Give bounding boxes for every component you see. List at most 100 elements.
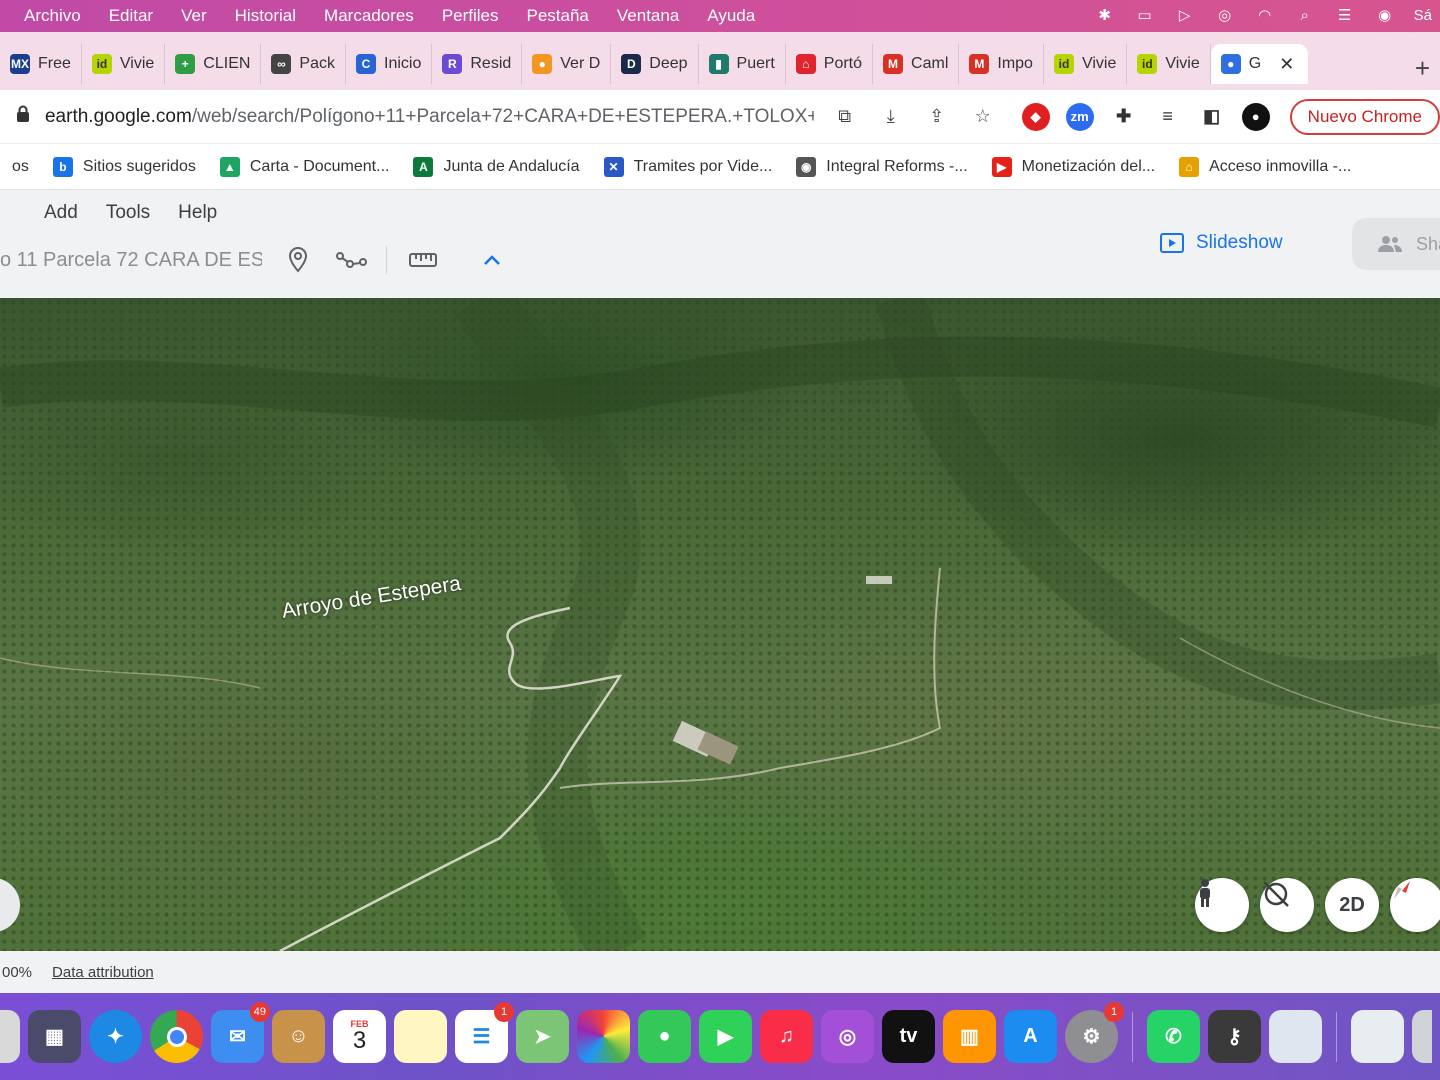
tab-2[interactable]: + CLIEN — [165, 44, 262, 84]
bookmark-0[interactable]: os — [0, 158, 41, 176]
tab-10[interactable]: M Caml — [873, 44, 960, 84]
menu-tools[interactable]: Tools — [92, 198, 164, 228]
photos-icon[interactable] — [577, 1010, 630, 1063]
tab-1[interactable]: id Vivie — [82, 44, 166, 84]
bookmark-6[interactable]: ▶ Monetización del... — [980, 156, 1167, 177]
menu-pestana[interactable]: Pestaña — [513, 6, 603, 26]
tab-label: Inicio — [384, 55, 422, 72]
menubar-clock[interactable]: Sá — [1414, 7, 1432, 25]
contacts-icon[interactable]: ☺ — [272, 1010, 325, 1063]
downloads-stack-icon[interactable] — [1351, 1010, 1404, 1063]
podcasts-icon[interactable]: ◎ — [821, 1010, 874, 1063]
data-attribution-link[interactable]: Data attribution — [52, 964, 154, 981]
tab-6[interactable]: ● Ver D — [522, 44, 612, 84]
facetime-icon[interactable]: ▶ — [699, 1010, 752, 1063]
system-settings-icon[interactable]: ⚙ 1 — [1065, 1002, 1124, 1063]
tab-13[interactable]: id Vivie — [1127, 44, 1211, 84]
new-tab-icon[interactable]: + — [1405, 53, 1440, 84]
menu-marcadores[interactable]: Marcadores — [310, 6, 428, 26]
chevron-up-icon[interactable] — [483, 249, 501, 272]
open-in-app-icon[interactable]: ⧉ — [832, 104, 858, 130]
whatsapp-icon[interactable]: ✆ — [1147, 1010, 1200, 1063]
user-icon[interactable]: ◎ — [1214, 7, 1236, 25]
pegman-button[interactable] — [1195, 878, 1249, 932]
menu-editar[interactable]: Editar — [95, 6, 167, 26]
mail-icon[interactable]: ✉ 49 — [211, 1002, 270, 1063]
finder-icon[interactable] — [0, 1010, 20, 1063]
notes-icon[interactable] — [394, 1010, 447, 1063]
apple-tv-icon[interactable]: tv — [882, 1010, 935, 1063]
spotlight-search-icon[interactable]: ⌕ — [1294, 7, 1316, 25]
tab-9[interactable]: ⌂ Portó — [786, 44, 874, 84]
menu-historial[interactable]: Historial — [221, 6, 310, 26]
siri-icon[interactable]: ◉ — [1374, 7, 1396, 25]
safari-icon[interactable]: ✦ — [89, 1010, 142, 1063]
control-center-icon[interactable]: ☰ — [1334, 7, 1356, 25]
menu-ayuda[interactable]: Ayuda — [693, 6, 769, 26]
menu-ventana[interactable]: Ventana — [603, 6, 693, 26]
bookmark-favicon: ▶ — [991, 156, 1012, 177]
tab-7[interactable]: D Deep — [611, 44, 699, 84]
menu-perfiles[interactable]: Perfiles — [428, 6, 513, 26]
battery-icon[interactable]: ▭ — [1134, 7, 1156, 25]
tab-0[interactable]: MX Free — [0, 44, 82, 84]
bookmark-5[interactable]: ◉ Integral Reforms -... — [784, 156, 979, 177]
close-icon[interactable]: ✕ — [1279, 54, 1294, 75]
bookmark-3[interactable]: A Junta de Andalucía — [401, 156, 591, 177]
app-store-icon[interactable]: A — [1004, 1010, 1057, 1063]
tab-8[interactable]: ▮ Puert — [699, 44, 786, 84]
lock-icon[interactable] — [16, 105, 35, 128]
earth-search-field[interactable]: o 11 Parcela 72 CARA DE ES — [0, 249, 262, 272]
bluetooth-icon[interactable]: ✱ — [1094, 7, 1116, 25]
tab-favicon: ⌂ — [795, 54, 816, 74]
wifi-icon[interactable]: ◠ — [1254, 7, 1276, 25]
reminders-icon[interactable]: ☰ 1 — [455, 1002, 514, 1063]
url-field[interactable]: earth.google.com/web/search/Polígono+11+… — [45, 106, 814, 128]
bookmark-1[interactable]: b Sitios sugeridos — [41, 156, 208, 177]
play-icon[interactable]: ▷ — [1174, 7, 1196, 25]
menu-ver[interactable]: Ver — [167, 6, 221, 26]
music-icon[interactable]: ♫ — [760, 1010, 813, 1063]
tab-11[interactable]: M Impo — [959, 44, 1044, 84]
reading-list-icon[interactable]: ≡ — [1154, 103, 1182, 131]
side-panel-icon[interactable]: ◧ — [1198, 103, 1226, 131]
tab-14[interactable]: ● G ✕ — [1210, 44, 1309, 84]
launchpad-icon[interactable]: ▦ — [28, 1010, 81, 1063]
chrome-icon[interactable] — [150, 1010, 203, 1063]
books-icon[interactable]: ▥ — [943, 1010, 996, 1063]
share-icon[interactable]: ⇪ — [924, 104, 950, 130]
bookmark-star-icon[interactable]: ☆ — [970, 104, 996, 130]
keychain-icon[interactable]: ⚷ — [1208, 1010, 1261, 1063]
2d-button[interactable]: 2D — [1325, 878, 1379, 932]
tilt-toggle-button[interactable] — [1260, 878, 1314, 932]
placemark-pin-icon[interactable] — [280, 242, 316, 278]
tab-3[interactable]: ∞ Pack — [261, 44, 346, 84]
menu-archivo[interactable]: Archivo — [0, 6, 95, 26]
bookmark-7[interactable]: ⌂ Acceso inmovilla -... — [1167, 156, 1363, 177]
profile-avatar[interactable]: ● — [1241, 102, 1270, 131]
tab-12[interactable]: id Vivie — [1044, 44, 1128, 84]
nuevo-chrome-button[interactable]: Nuevo Chrome — [1289, 98, 1440, 135]
measure-ruler-icon[interactable] — [405, 242, 441, 278]
bookmark-4[interactable]: ✕ Tramites por Vide... — [592, 156, 785, 177]
earth-map-view[interactable]: Arroyo de Estepera 2D — [0, 298, 1440, 951]
draw-path-icon[interactable] — [334, 242, 370, 278]
ublock-extension-icon[interactable]: ◆ — [1021, 102, 1050, 131]
install-icon[interactable]: ⤓ — [878, 104, 904, 130]
tab-4[interactable]: C Inicio — [346, 44, 433, 84]
calendar-icon[interactable]: FEB 3 — [333, 1010, 386, 1063]
preview-icon[interactable] — [1269, 1010, 1322, 1063]
maps-icon[interactable]: ➤ — [516, 1010, 569, 1063]
compass-button[interactable] — [1390, 878, 1440, 932]
share-button[interactable]: Sha — [1352, 218, 1440, 270]
extensions-puzzle-icon[interactable]: ✚ — [1110, 103, 1138, 131]
tab-5[interactable]: R Resid — [432, 44, 523, 84]
bookmark-label: Junta de Andalucía — [443, 157, 580, 175]
trash-icon[interactable] — [1412, 1010, 1432, 1063]
messages-icon[interactable]: ● — [638, 1010, 691, 1063]
bookmark-2[interactable]: ▲ Carta - Document... — [208, 156, 402, 177]
menu-help[interactable]: Help — [164, 198, 231, 228]
menu-add[interactable]: Add — [30, 198, 92, 228]
zoom-extension-icon[interactable]: zm — [1065, 102, 1094, 131]
slideshow-button[interactable]: Slideshow — [1160, 232, 1283, 254]
